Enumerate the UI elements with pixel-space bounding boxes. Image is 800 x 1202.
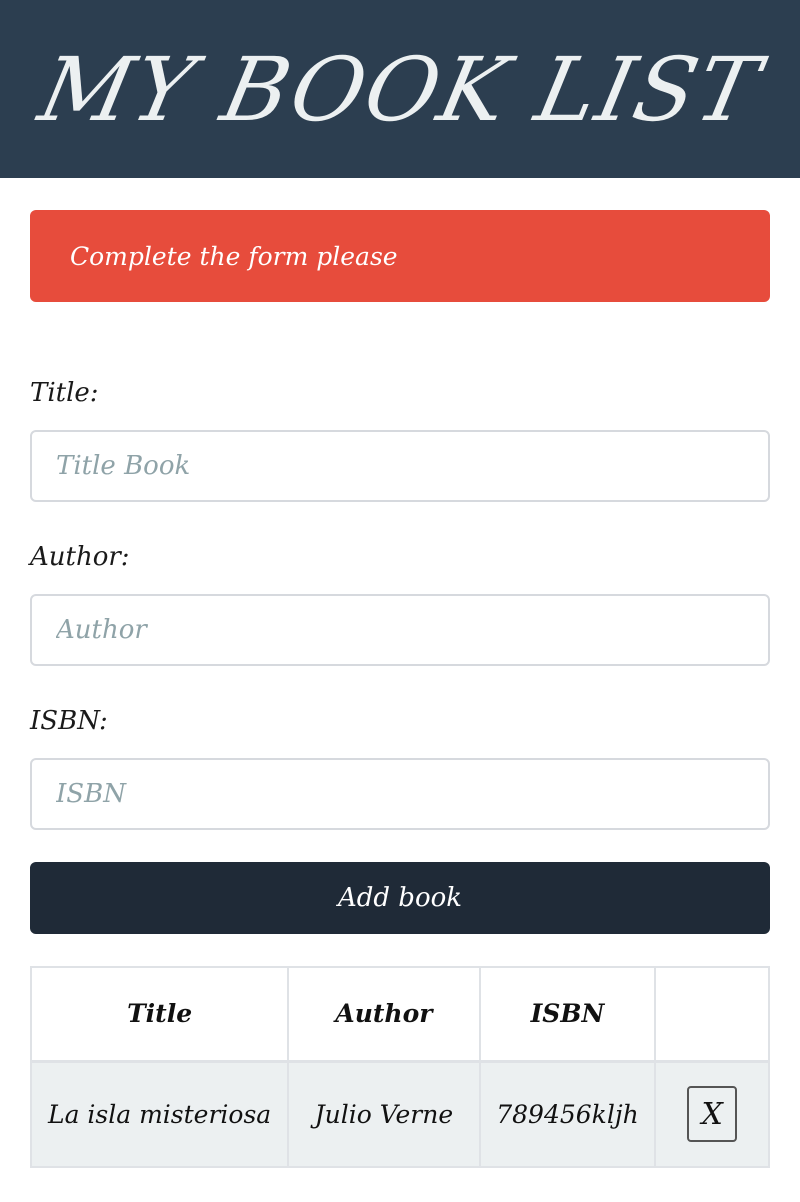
book-title-cell: La isla misteriosa — [29, 1060, 290, 1168]
isbn-label: ISBN: — [30, 706, 108, 736]
author-label: Author: — [30, 542, 130, 572]
column-header-isbn: ISBN — [478, 966, 657, 1062]
book-author-cell: Julio Verne — [287, 1060, 481, 1168]
column-header-author: Author — [287, 966, 481, 1062]
table-row: La isla misteriosa Julio Verne 789456klj… — [29, 1060, 770, 1168]
delete-cell: X — [654, 1060, 770, 1168]
page-header: MY BOOK LIST — [0, 0, 800, 178]
book-table: Title Author ISBN La isla misteriosa Jul… — [29, 966, 770, 1168]
book-isbn-cell: 789456kljh — [478, 1060, 657, 1168]
add-book-button[interactable]: Add book — [30, 862, 770, 934]
isbn-input[interactable] — [30, 758, 770, 830]
main-content: Complete the form please Title: Author: … — [0, 178, 800, 1168]
title-label: Title: — [30, 378, 99, 408]
column-header-actions — [654, 966, 770, 1062]
title-input[interactable] — [30, 430, 770, 502]
error-alert: Complete the form please — [30, 210, 770, 302]
column-header-title: Title — [29, 966, 290, 1062]
delete-book-button[interactable]: X — [687, 1086, 738, 1143]
author-input[interactable] — [30, 594, 770, 666]
page-title: MY BOOK LIST — [30, 37, 770, 141]
book-form: Title: Author: ISBN: Add book — [30, 378, 770, 934]
table-header-row: Title Author ISBN — [29, 966, 770, 1062]
